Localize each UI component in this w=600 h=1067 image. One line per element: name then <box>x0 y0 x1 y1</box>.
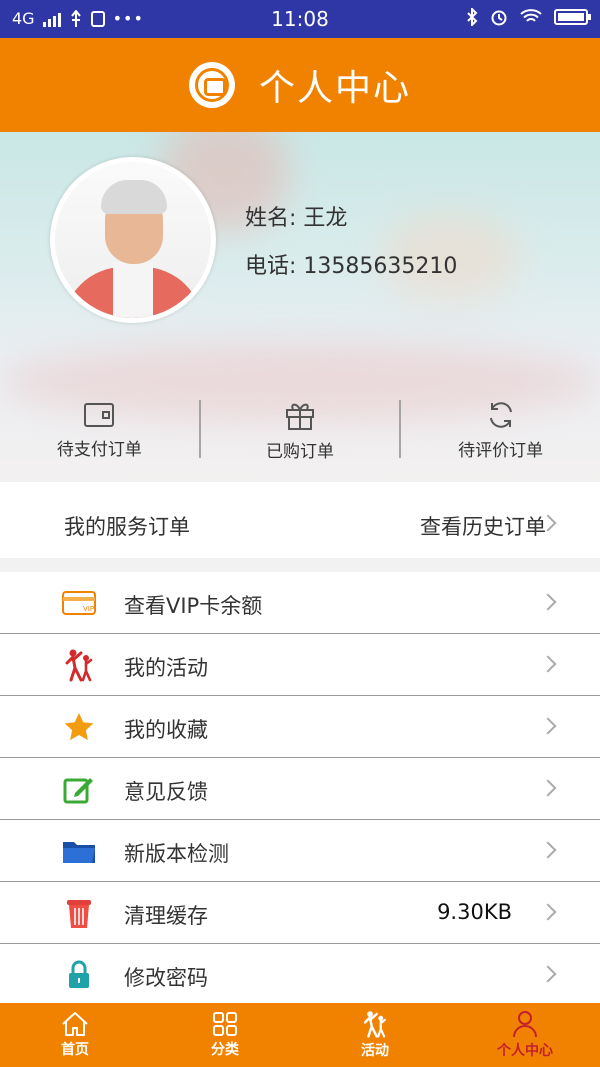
page-title: 个人中心 <box>258 68 411 109</box>
menu-item-label: 新版本检测 <box>124 842 229 866</box>
home-icon <box>62 1012 88 1036</box>
menu-item-change-password[interactable]: 修改密码 <box>0 944 600 1006</box>
wallet-icon <box>84 402 115 427</box>
lock-icon <box>62 958 96 992</box>
chevron-right-icon <box>539 841 557 859</box>
menu-item-clear-cache[interactable]: 清理缓存 9.30KB <box>0 882 600 944</box>
refresh-icon <box>489 401 512 428</box>
star-icon <box>62 710 96 744</box>
history-orders-link[interactable]: 查看历史订单 <box>420 511 546 541</box>
menu-item-label: 修改密码 <box>124 966 208 990</box>
tab-profile[interactable]: 个人中心 <box>450 1003 600 1067</box>
menu-item-feedback[interactable]: 意见反馈 <box>0 758 600 820</box>
menu-item-label: 清理缓存 <box>124 904 208 928</box>
dance-icon <box>62 648 96 682</box>
tab-categories[interactable]: 分类 <box>150 1003 300 1067</box>
user-phone: 电话: 13585635210 <box>245 254 458 279</box>
bluetooth-icon <box>467 8 478 26</box>
order-shortcuts: 待支付订单 已购订单 待评价订单 <box>0 390 600 470</box>
menu-item-my-favorites[interactable]: 我的收藏 <box>0 696 600 758</box>
tab-home[interactable]: 首页 <box>0 1003 150 1067</box>
cache-size: 9.30KB <box>437 900 512 924</box>
purchased-orders[interactable]: 已购订单 <box>201 390 400 470</box>
status-bar: 4G ••• 11:08 <box>0 0 600 38</box>
menu-item-version-check[interactable]: 新版本检测 <box>0 820 600 882</box>
settings-menu: VIP 查看VIP卡余额 我的活动 我的收藏 意见反馈 新版本检测 清理缓存 9… <box>0 572 600 1006</box>
service-orders-row[interactable]: 我的服务订单 查看历史订单 <box>0 482 600 558</box>
menu-item-label: 我的活动 <box>124 656 208 680</box>
trash-icon <box>62 896 96 930</box>
chevron-right-icon <box>539 779 557 797</box>
menu-item-vip-balance[interactable]: VIP 查看VIP卡余额 <box>0 572 600 634</box>
chevron-right-icon <box>539 717 557 735</box>
status-right <box>466 8 591 26</box>
folder-icon <box>62 834 96 868</box>
divider <box>399 400 402 458</box>
tab-label: 活动 <box>361 1043 389 1059</box>
dance-icon <box>363 1011 386 1038</box>
divider <box>198 400 201 458</box>
pending-payment-label: 待支付订单 <box>56 439 142 460</box>
user-name: 姓名: 王龙 <box>245 206 348 231</box>
menu-item-my-activities[interactable]: 我的活动 <box>0 634 600 696</box>
avatar[interactable] <box>50 157 216 323</box>
menu-item-label: 我的收藏 <box>124 718 208 742</box>
pending-payment-orders[interactable]: 待支付订单 <box>0 390 199 470</box>
app-logo-icon <box>188 62 235 108</box>
profile-banner: 姓名: 王龙 电话: 13585635210 待支付订单 已购订单 待评价订单 <box>0 132 600 482</box>
gift-icon <box>286 403 314 430</box>
person-icon <box>513 1011 537 1038</box>
menu-item-label: 查看VIP卡余额 <box>124 594 263 618</box>
grid-icon <box>213 1012 237 1036</box>
tab-activities[interactable]: 活动 <box>300 1003 450 1067</box>
pending-review-label: 待评价订单 <box>458 440 544 461</box>
vip-card-icon: VIP <box>62 586 96 620</box>
chevron-right-icon <box>539 655 557 673</box>
wifi-icon <box>520 9 542 22</box>
pending-review-orders[interactable]: 待评价订单 <box>401 390 600 470</box>
chevron-right-icon <box>539 593 557 611</box>
battery-icon <box>554 9 591 25</box>
tab-label: 首页 <box>61 1042 89 1058</box>
service-orders-title: 我的服务订单 <box>64 515 190 539</box>
edit-icon <box>62 772 96 806</box>
alarm-icon <box>491 10 507 26</box>
purchased-orders-label: 已购订单 <box>266 441 334 462</box>
chevron-right-icon <box>539 903 557 921</box>
app-header: 个人中心 <box>0 38 600 132</box>
avatar-photo <box>55 162 211 318</box>
tab-label: 分类 <box>211 1042 239 1058</box>
tab-label: 个人中心 <box>497 1043 553 1059</box>
svg-text:VIP: VIP <box>83 605 94 613</box>
bottom-tab-bar: 首页 分类 活动 个人中心 <box>0 1003 600 1067</box>
menu-item-label: 意见反馈 <box>124 780 208 804</box>
chevron-right-icon <box>539 965 557 983</box>
